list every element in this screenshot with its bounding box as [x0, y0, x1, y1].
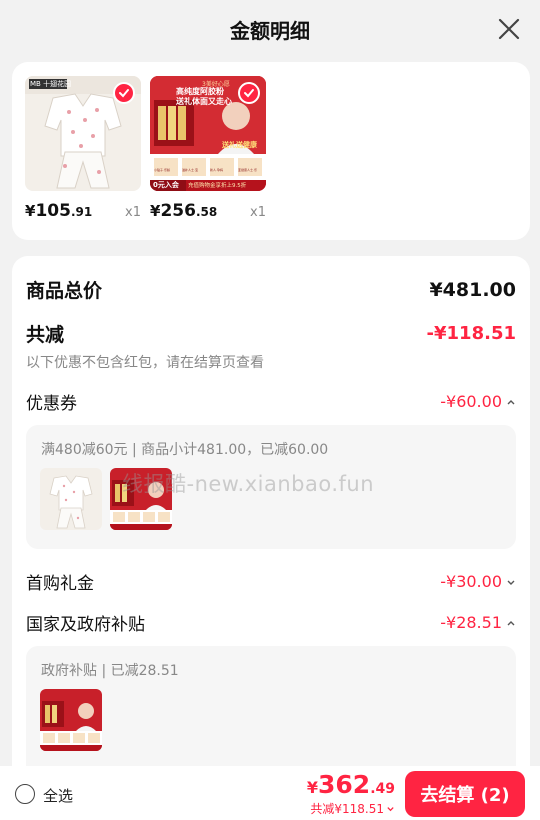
select-all-radio[interactable]: [15, 784, 35, 804]
first-gift-row[interactable]: 首购礼金 -¥30.00: [26, 569, 516, 594]
coupon-desc: 满480减60元 | 商品小计481.00，已减60.00: [41, 442, 329, 458]
product-item[interactable]: MB 十翅花园 ¥105.91 x1: [25, 76, 141, 221]
selected-check-icon[interactable]: [113, 82, 135, 104]
selected-products-card: MB 十翅花园 ¥105.91 x1 3美好心愿 高纯度阿胶粉 送礼体面又走心 …: [12, 62, 530, 240]
chevron-up-icon: [507, 620, 515, 625]
thumb-ribbon-left: 0元入会: [153, 181, 179, 189]
first-gift-value: -¥30.00: [440, 572, 502, 591]
total-saved-text: 共减¥118.51: [310, 802, 384, 816]
selected-check-icon[interactable]: [238, 82, 260, 104]
total-value: ¥481.00: [429, 278, 516, 301]
product-quantity: x1: [125, 205, 141, 220]
header: 金额明细: [0, 0, 540, 58]
product-price: ¥256.58: [150, 201, 218, 221]
reduce-label: 共减: [26, 324, 65, 346]
product-price: ¥105.91: [25, 201, 93, 221]
total-label: 商品总价: [26, 280, 103, 302]
coupon-label: 优惠券: [26, 394, 77, 414]
subsidy-row[interactable]: 国家及政府补贴 -¥28.51: [26, 610, 516, 635]
checkout-bar: 全选 ¥362.49 共减¥118.51 去结算 (2): [0, 766, 540, 820]
subsidy-label: 国家及政府补贴: [26, 615, 145, 635]
thumb-tag: 小贴子·乐龄: [154, 168, 170, 172]
thumb-gift-text: 送礼送健康: [222, 141, 257, 149]
first-gift-label: 首购礼金: [26, 574, 94, 594]
page-title: 金额明细: [230, 18, 310, 43]
thumb-tag: 滋补人士·宝: [182, 168, 198, 172]
coupon-product-thumb: [110, 468, 172, 530]
subsidy-amount[interactable]: -¥28.51: [440, 613, 516, 632]
reduce-note: 以下优惠不包含红包，请在结算页查看: [26, 355, 264, 371]
chevron-down-icon: [507, 580, 515, 585]
thumb-tag: 亚健康人士·乐: [238, 168, 257, 172]
coupon-row[interactable]: 优惠券 -¥60.00: [26, 389, 516, 414]
thumb-ribbon-right: 充值购物金享折上9.5折: [188, 183, 247, 189]
chevron-up-icon: [507, 399, 515, 404]
product-image-ejiao[interactable]: 3美好心愿 高纯度阿胶粉 送礼体面又走心 送礼送健康 小贴子·乐龄 滋补人士·宝…: [150, 76, 266, 191]
reduce-row: 共减 -¥118.51: [26, 320, 516, 347]
product-image-pajamas[interactable]: MB 十翅花园: [25, 76, 141, 191]
subsidy-desc: 政府补贴 | 已减28.51: [41, 663, 179, 679]
brand-logo-text: MB 十翅花园: [30, 80, 72, 88]
chevron-down-icon: [387, 807, 394, 812]
subsidy-detail-box: 政府补贴 | 已减28.51: [26, 646, 516, 776]
total-saved[interactable]: 共减¥118.51: [310, 800, 395, 817]
select-all-label[interactable]: 全选: [43, 785, 73, 806]
coupon-product-thumb: [40, 468, 102, 530]
first-gift-amount[interactable]: -¥30.00: [440, 572, 516, 591]
product-item[interactable]: 3美好心愿 高纯度阿胶粉 送礼体面又走心 送礼送健康 小贴子·乐龄 滋补人士·宝…: [150, 76, 266, 221]
thumb-tag: 新人·孕妈: [210, 168, 223, 172]
total-row: 商品总价 ¥481.00: [26, 276, 516, 303]
reduce-value: -¥118.51: [426, 323, 516, 344]
checkout-button[interactable]: 去结算 (2): [405, 771, 525, 817]
coupon-detail-box: 满480减60元 | 商品小计481.00，已减60.00: [26, 425, 516, 549]
close-icon[interactable]: [496, 16, 522, 42]
coupon-value: -¥60.00: [440, 392, 502, 411]
thumb-headline-2: 送礼体面又走心: [176, 97, 232, 106]
subsidy-product-thumb: [40, 689, 102, 751]
amount-detail-card: 商品总价 ¥481.00 共减 -¥118.51 以下优惠不包含红包，请在结算页…: [12, 256, 530, 776]
subsidy-value: -¥28.51: [440, 613, 502, 632]
product-quantity: x1: [250, 205, 266, 220]
coupon-amount[interactable]: -¥60.00: [440, 392, 516, 411]
total-pay-price: ¥362.49: [306, 770, 395, 799]
